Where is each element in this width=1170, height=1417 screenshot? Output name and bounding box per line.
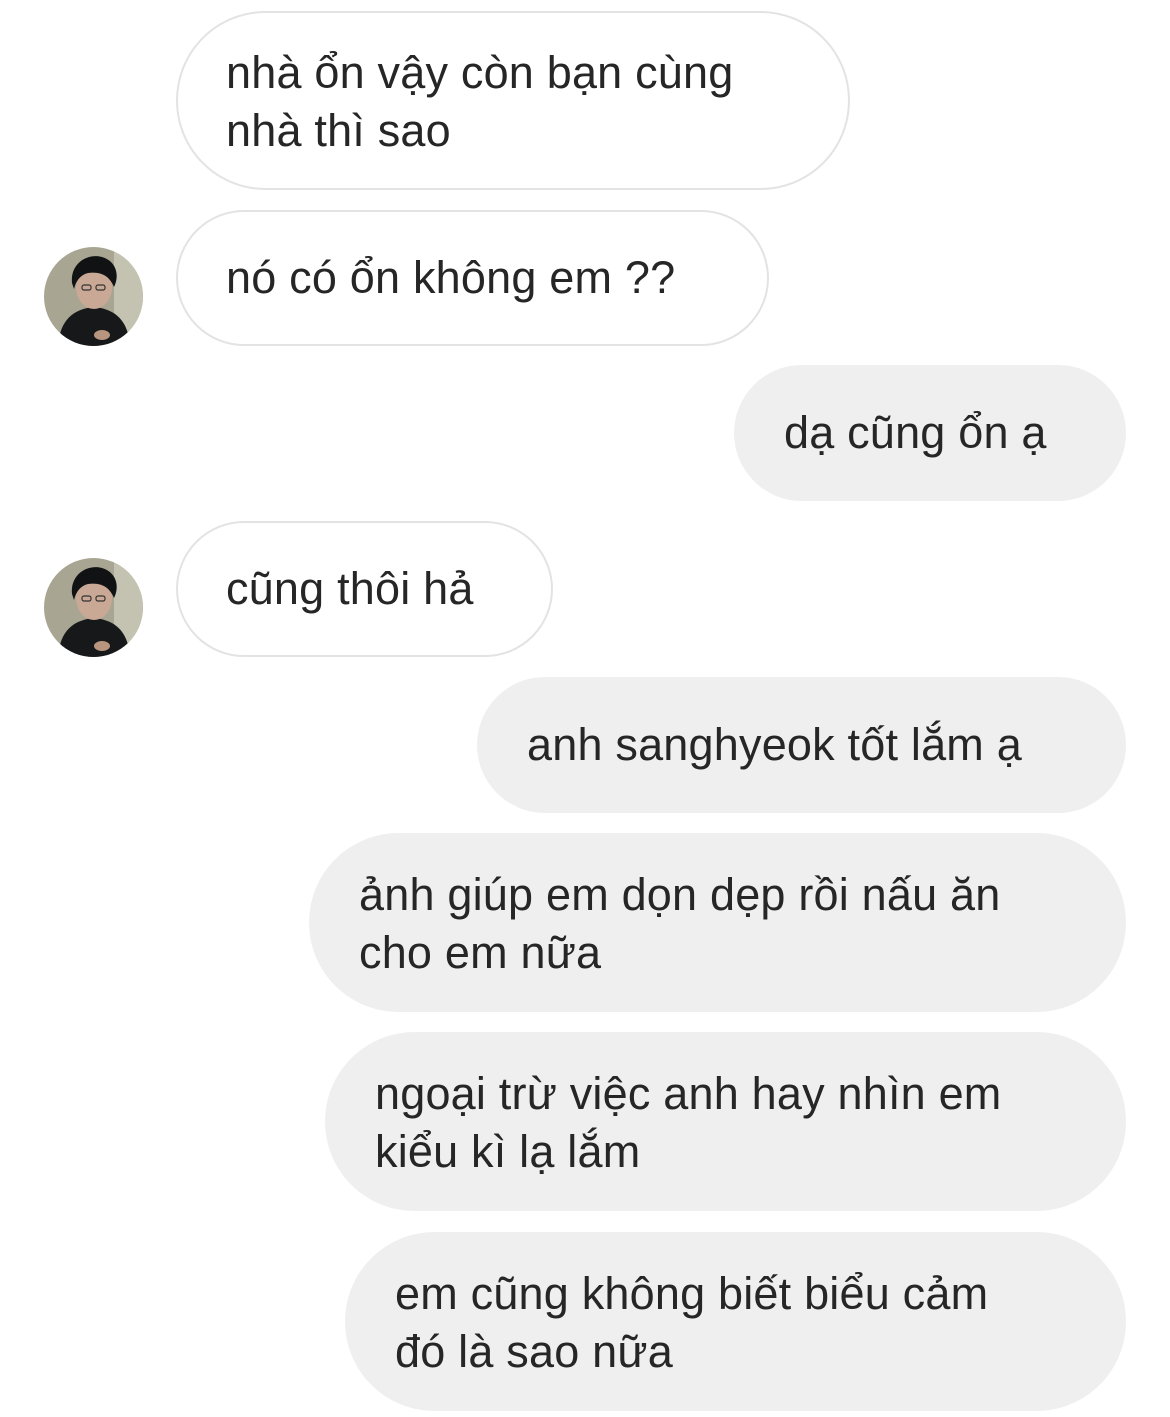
incoming-message-bubble[interactable]: nhà ổn vậy còn bạn cùng nhà thì sao bbox=[176, 11, 850, 190]
avatar-icon bbox=[44, 558, 143, 657]
incoming-message-bubble[interactable]: nó có ổn không em ?? bbox=[176, 210, 769, 346]
outgoing-message-bubble[interactable]: anh sanghyeok tốt lắm ạ bbox=[477, 677, 1126, 813]
outgoing-message-bubble[interactable]: ảnh giúp em dọn dẹp rồi nấu ăn cho em nữ… bbox=[309, 833, 1126, 1012]
chat-thread: nhà ổn vậy còn bạn cùng nhà thì sao nó c… bbox=[0, 0, 1170, 1417]
sender-avatar[interactable] bbox=[44, 247, 143, 346]
incoming-message-bubble[interactable]: cũng thôi hả bbox=[176, 521, 553, 657]
outgoing-message-bubble[interactable]: dạ cũng ổn ạ bbox=[734, 365, 1126, 501]
outgoing-message-bubble[interactable]: ngoại trừ việc anh hay nhìn em kiểu kì l… bbox=[325, 1032, 1126, 1211]
sender-avatar[interactable] bbox=[44, 558, 143, 657]
outgoing-message-bubble[interactable]: em cũng không biết biểu cảm đó là sao nữ… bbox=[345, 1232, 1126, 1411]
avatar-icon bbox=[44, 247, 143, 346]
